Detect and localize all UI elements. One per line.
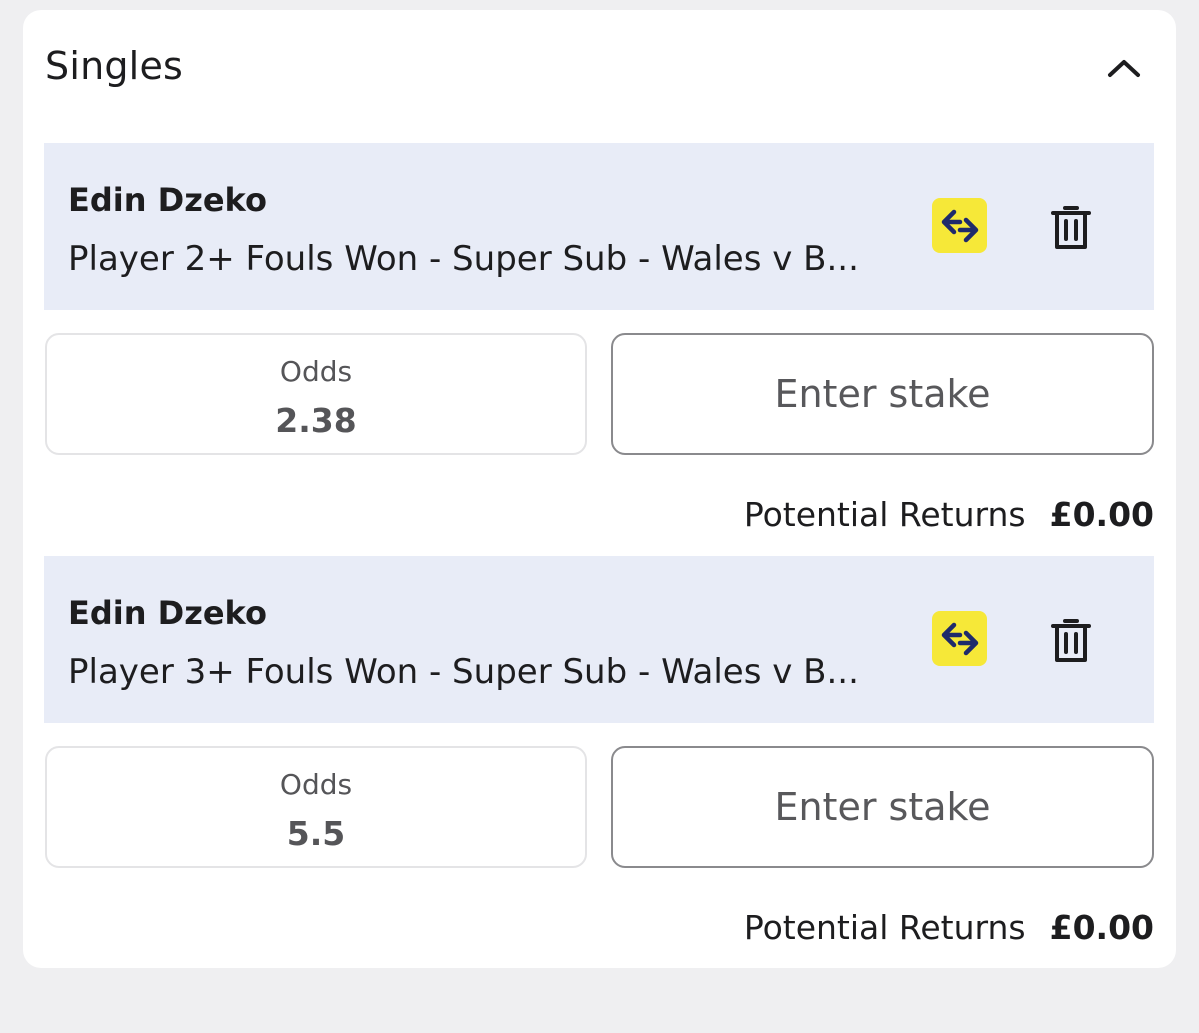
swap-button[interactable] [932,611,987,666]
swap-icon [941,209,978,242]
singles-header[interactable]: Singles [23,10,1176,130]
odds-label: Odds [279,768,353,801]
selection-details: Edin Dzeko Player 3+ Fouls Won - Super S… [44,556,1154,723]
delete-button[interactable] [1046,201,1096,253]
potential-returns: Potential Returns £0.00 [744,908,1154,947]
market-name: Player 2+ Fouls Won - Super Sub - Wales … [68,239,859,279]
stake-input[interactable] [611,746,1154,868]
odds-label: Odds [279,355,353,388]
odds-value: 2.38 [275,401,357,440]
stake-input[interactable] [611,333,1154,455]
returns-label: Potential Returns [743,495,1026,534]
player-name: Edin Dzeko [68,594,267,632]
market-name: Player 3+ Fouls Won - Super Sub - Wales … [68,652,859,692]
section-title: Singles [45,44,184,88]
odds-value: 5.5 [286,814,346,853]
swap-button[interactable] [932,198,987,253]
returns-value: £0.00 [1049,495,1154,534]
swap-icon [941,622,978,655]
collapse-button[interactable] [1100,48,1148,88]
chevron-up-icon [1108,60,1140,77]
delete-button[interactable] [1046,614,1096,666]
selection-details: Edin Dzeko Player 2+ Fouls Won - Super S… [44,143,1154,310]
singles-panel: Singles Edin Dzeko Player 2+ Fouls Won -… [23,10,1176,968]
player-name: Edin Dzeko [68,181,267,219]
returns-value: £0.00 [1049,908,1154,947]
potential-returns: Potential Returns £0.00 [744,495,1154,534]
odds-box: Odds 2.38 [45,333,587,455]
trash-icon [1051,206,1091,249]
returns-label: Potential Returns [743,908,1026,947]
trash-icon [1051,619,1091,662]
odds-box: Odds 5.5 [45,746,587,868]
